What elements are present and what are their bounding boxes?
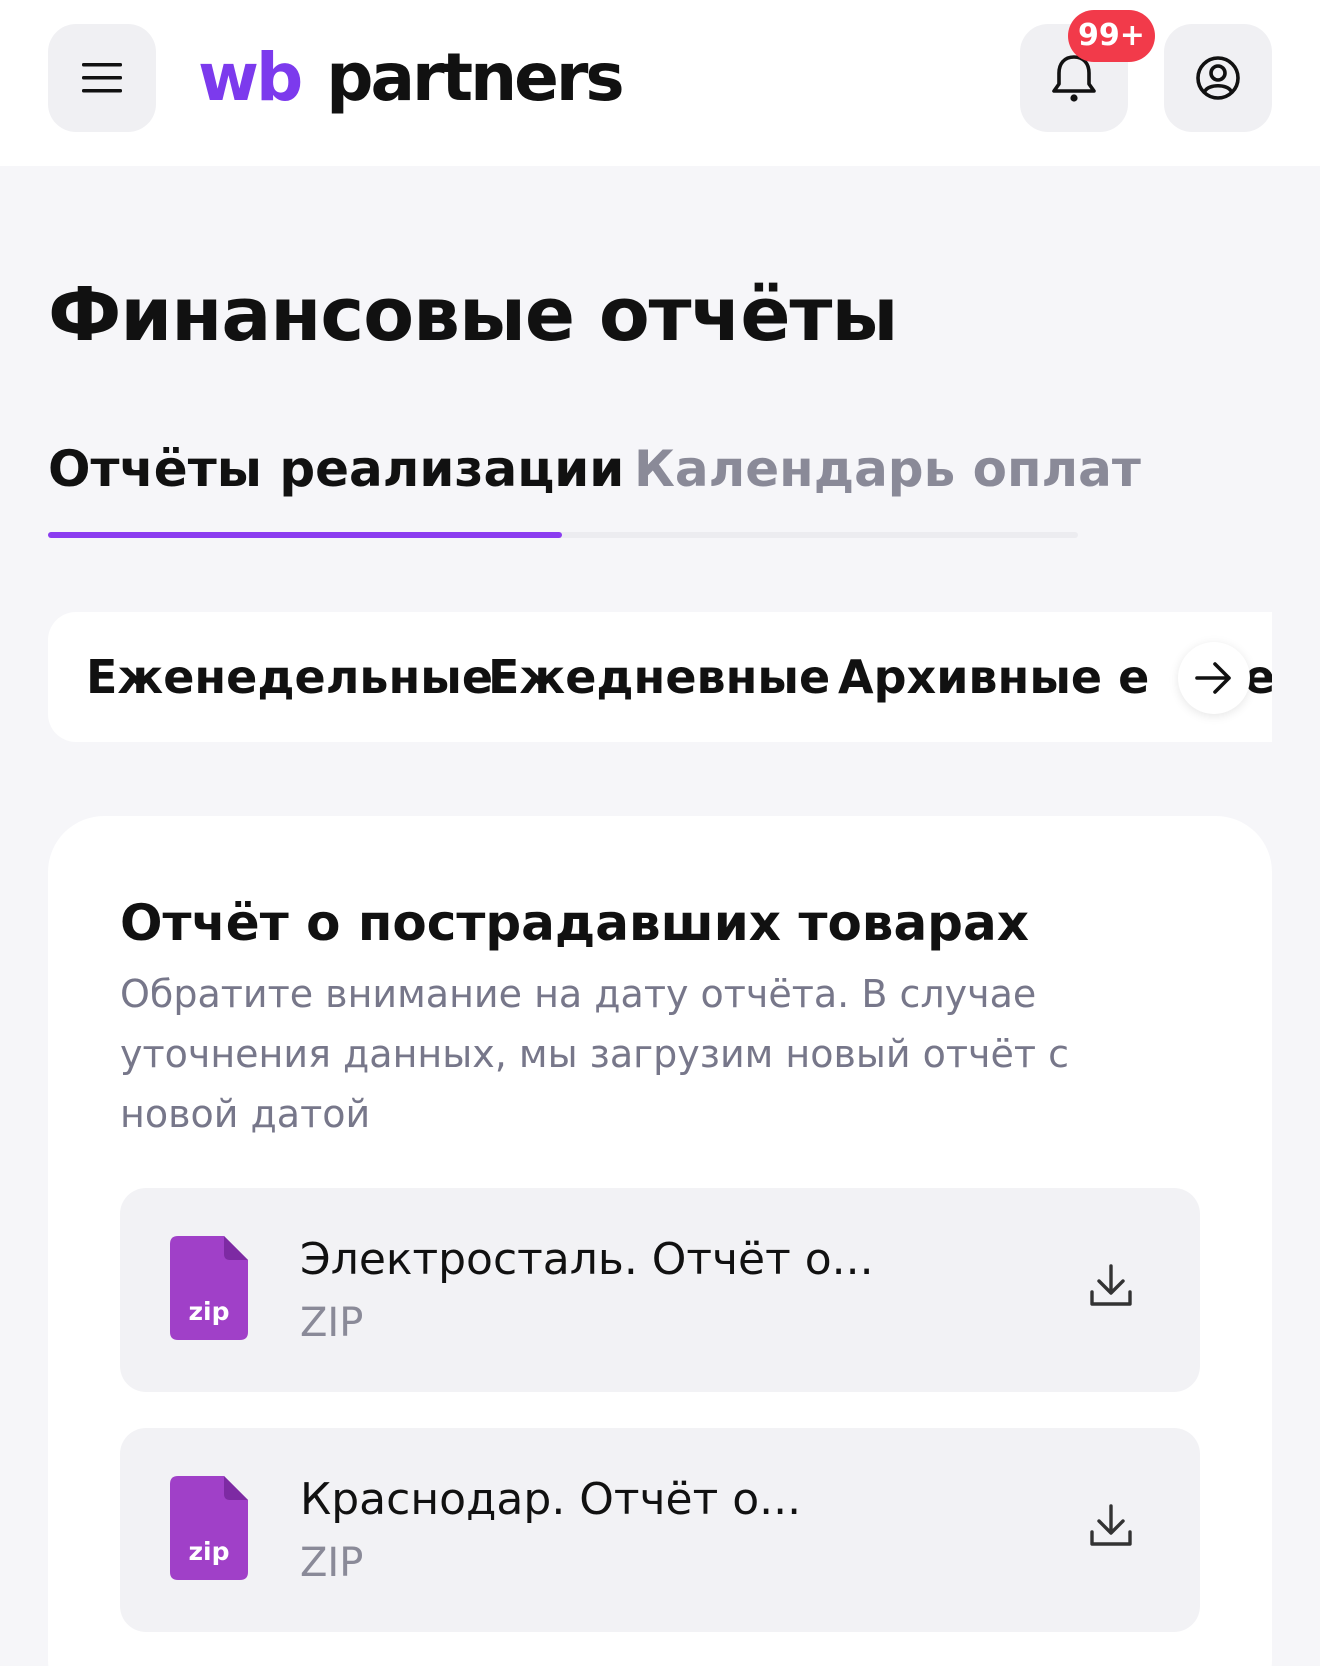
scroll-chips-button[interactable] [1178,642,1250,714]
file-row[interactable]: zip Краснодар. Отчёт о... ZIP [120,1428,1200,1632]
file-row[interactable]: zip Электросталь. Отчёт о... ZIP [120,1188,1200,1392]
zip-file-icon: zip [170,1476,248,1580]
profile-button[interactable] [1164,24,1272,132]
chip-archive-weekly[interactable]: Архивные ежене [838,650,1148,704]
logo-wb: wb [198,39,303,116]
file-type: ZIP [300,1540,364,1586]
file-name: Краснодар. Отчёт о... [300,1474,802,1525]
chip-weekly[interactable]: Еженедельные [86,650,493,704]
card-title: Отчёт о пострадавших товарах [120,894,1029,952]
wb-partners-logo[interactable]: wb partners [198,38,625,118]
logo-partners: partners [326,39,624,116]
card-description: Обратите внимание на дату отчёта. В случ… [120,972,1069,1136]
zip-icon-label: zip [188,1297,229,1326]
top-header: wb partners 99+ [0,0,1320,166]
file-type: ZIP [300,1300,364,1346]
damaged-goods-report-card: Отчёт о пострадавших товарах Обратите вн… [48,816,1272,1666]
tab-payment-calendar[interactable]: Календарь оплат [634,440,1141,498]
notifications-badge: 99+ [1068,10,1155,62]
zip-icon-label: zip [188,1537,229,1566]
report-tabs: Отчёты реализации Календарь оплат [48,440,1141,540]
download-icon[interactable] [1088,1262,1134,1310]
file-name: Электросталь. Отчёт о... [300,1234,874,1285]
active-tab-indicator [48,532,562,538]
arrow-right-icon [1195,662,1231,694]
report-type-chips: Еженедельные Ежедневные Архивные ежене е [48,612,1272,742]
tab-sales-reports[interactable]: Отчёты реализации [48,440,624,498]
hamburger-menu-icon [82,63,122,93]
zip-file-icon: zip [170,1236,248,1340]
chip-daily[interactable]: Ежедневные [488,650,830,704]
download-icon[interactable] [1088,1502,1134,1550]
user-circle-icon [1196,56,1240,100]
menu-button[interactable] [48,24,156,132]
page-title: Финансовые отчёты [48,272,898,358]
